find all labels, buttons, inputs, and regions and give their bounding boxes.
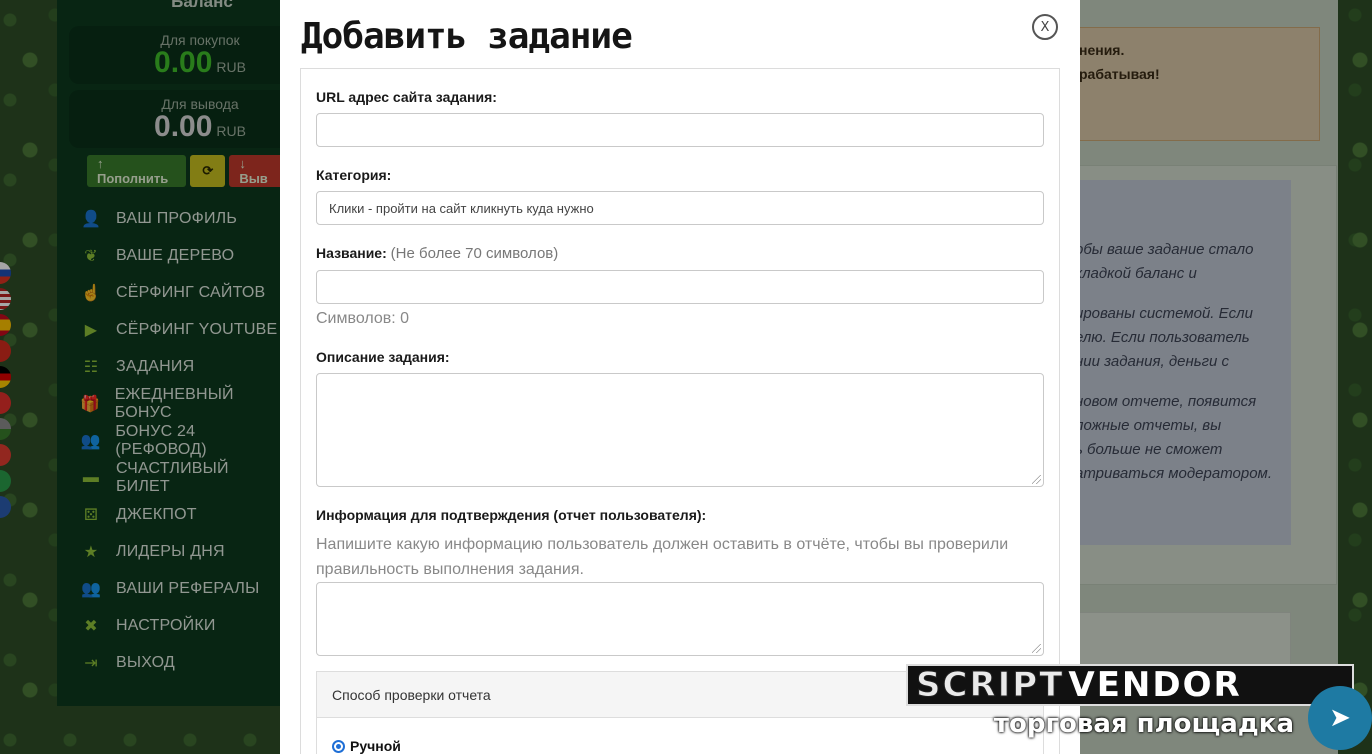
url-input[interactable]	[316, 113, 1044, 147]
category-select[interactable]: Клики - пройти на сайт кликнуть куда нуж…	[316, 191, 1044, 225]
resize-handle[interactable]	[1032, 644, 1041, 653]
check-option-label: Ручной	[350, 738, 401, 754]
confirm-info-textarea[interactable]	[316, 582, 1044, 656]
name-label: Название: (Не более 70 символов)	[316, 245, 559, 262]
telegram-icon[interactable]: ➤	[1308, 686, 1372, 750]
description-textarea[interactable]	[316, 373, 1044, 487]
confirm-info-label: Информация для подтверждения (отчет поль…	[316, 507, 707, 523]
category-label: Категория:	[316, 167, 392, 183]
radio-checked-icon[interactable]	[332, 739, 345, 753]
url-label: URL адрес сайта задания:	[316, 89, 497, 105]
resize-handle[interactable]	[1032, 475, 1041, 484]
add-task-modal: Добавить задание X URL адрес сайта задан…	[280, 0, 1080, 754]
category-selected-value: Клики - пройти на сайт кликнуть куда нуж…	[329, 200, 594, 216]
close-icon: X	[1040, 19, 1050, 35]
watermark: SCRIPT VENDOR торговая площадка	[906, 664, 1354, 739]
watermark-brand: SCRIPT VENDOR	[906, 664, 1354, 706]
close-button[interactable]: X	[1032, 14, 1058, 40]
description-label: Описание задания:	[316, 349, 450, 365]
name-hint: (Не более 70 символов)	[390, 245, 559, 262]
confirm-info-help: Напишите какую информацию пользователь д…	[316, 536, 1009, 578]
name-input[interactable]	[316, 270, 1044, 304]
watermark-subtitle: торговая площадка	[993, 709, 1294, 739]
modal-title: Добавить задание	[301, 16, 633, 57]
chars-counter: Символов: 0	[316, 310, 410, 327]
